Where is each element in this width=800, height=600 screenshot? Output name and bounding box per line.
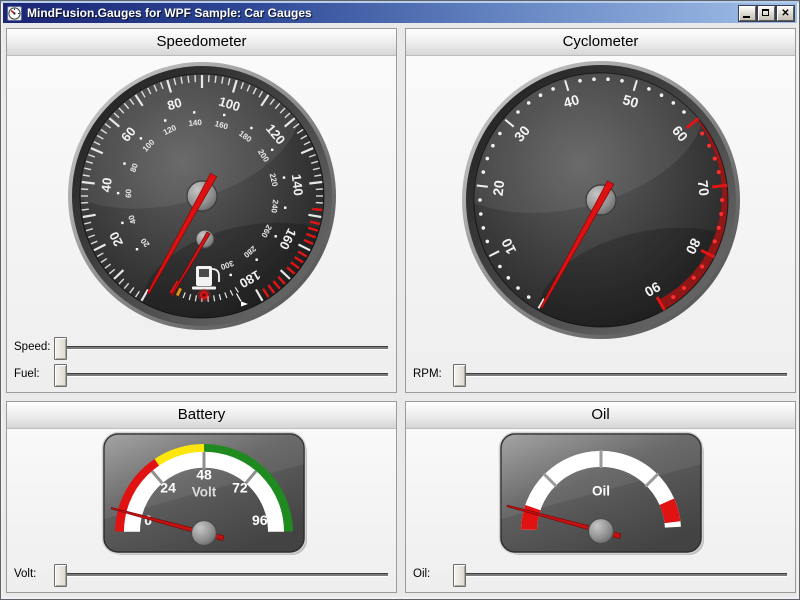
speedometer-panel-body: 2040608010012014016018020406080100120140… [7,55,396,392]
svg-text:72: 72 [232,479,248,495]
volt-slider-label: Volt: [14,568,36,580]
speedometer-panel-title: Speedometer [7,29,396,56]
titlebar[interactable]: MindFusion.Gauges for WPF Sample: Car Ga… [3,3,797,23]
oil-slider: Oil: [413,564,789,585]
battery-hub [192,521,217,546]
rpm-slider-label: RPM: [413,368,442,380]
minimize-button[interactable] [739,6,756,21]
cyclometer-panel-body: 102030405060708090 RPM: [406,55,795,392]
svg-text:24: 24 [160,479,176,495]
low-fuel-indicator-light [198,289,211,302]
speed-slider-thumb[interactable] [54,337,67,360]
fuel-slider-track[interactable] [60,373,388,376]
oil-slider-track[interactable] [459,573,787,576]
svg-text:60: 60 [124,188,133,198]
oil-high-red-tip [667,502,673,523]
oil-unit-label: Oil [592,484,610,499]
fuel-slider-label: Fuel: [14,368,40,380]
svg-text:96: 96 [252,512,268,528]
speedometer-panel: Speedometer 2040608010012014016018020406… [6,28,397,393]
window-title: MindFusion.Gauges for WPF Sample: Car Ga… [27,6,739,20]
rpm-slider-track[interactable] [459,373,787,376]
oil-hub [589,519,614,544]
volt-slider-track[interactable] [60,573,388,576]
titlebar-buttons: ✕ [739,6,794,21]
rpm-slider-thumb[interactable] [453,364,466,387]
speed-slider: Speed: [14,337,390,358]
fuel-slider-thumb[interactable] [54,364,67,387]
speed-slider-track[interactable] [60,346,388,349]
oil-slider-label: Oil: [413,568,430,580]
maximize-icon [762,9,769,16]
volt-slider: Volt: [14,564,390,585]
cyclometer-panel: Cyclometer 102030405060708090 RPM: [405,28,796,393]
battery-panel-title: Battery [7,402,396,429]
svg-text:240: 240 [269,199,280,214]
oil-panel: Oil Oil Oil: [405,401,796,593]
cyclometer-gauge: 102030405060708090 [406,55,795,392]
battery-panel: Battery 024487296Volt Volt: [6,401,397,593]
battery-unit-label: Volt [192,485,217,500]
volt-slider-thumb[interactable] [54,564,67,587]
svg-text:140: 140 [289,173,306,196]
oil-slider-thumb[interactable] [453,564,466,587]
app-window: MindFusion.Gauges for WPF Sample: Car Ga… [0,0,800,600]
svg-text:20: 20 [490,179,508,197]
speed-slider-label: Speed: [14,341,50,353]
close-button[interactable]: ✕ [777,6,794,21]
svg-text:40: 40 [98,177,115,193]
rpm-slider: RPM: [413,364,789,385]
minimize-icon [743,16,750,18]
battery-panel-body: 024487296Volt Volt: [7,428,396,592]
fuel-slider: Fuel: [14,364,390,385]
window-content: Speedometer 2040608010012014016018020406… [3,23,797,597]
oil-panel-body: Oil Oil: [406,428,795,592]
app-icon [7,6,22,21]
maximize-button[interactable] [758,6,775,21]
cyclometer-panel-title: Cyclometer [406,29,795,56]
svg-text:140: 140 [188,118,203,128]
close-icon: ✕ [778,7,793,20]
oil-panel-title: Oil [406,402,795,429]
svg-text:48: 48 [196,467,212,483]
svg-text:70: 70 [695,179,713,197]
